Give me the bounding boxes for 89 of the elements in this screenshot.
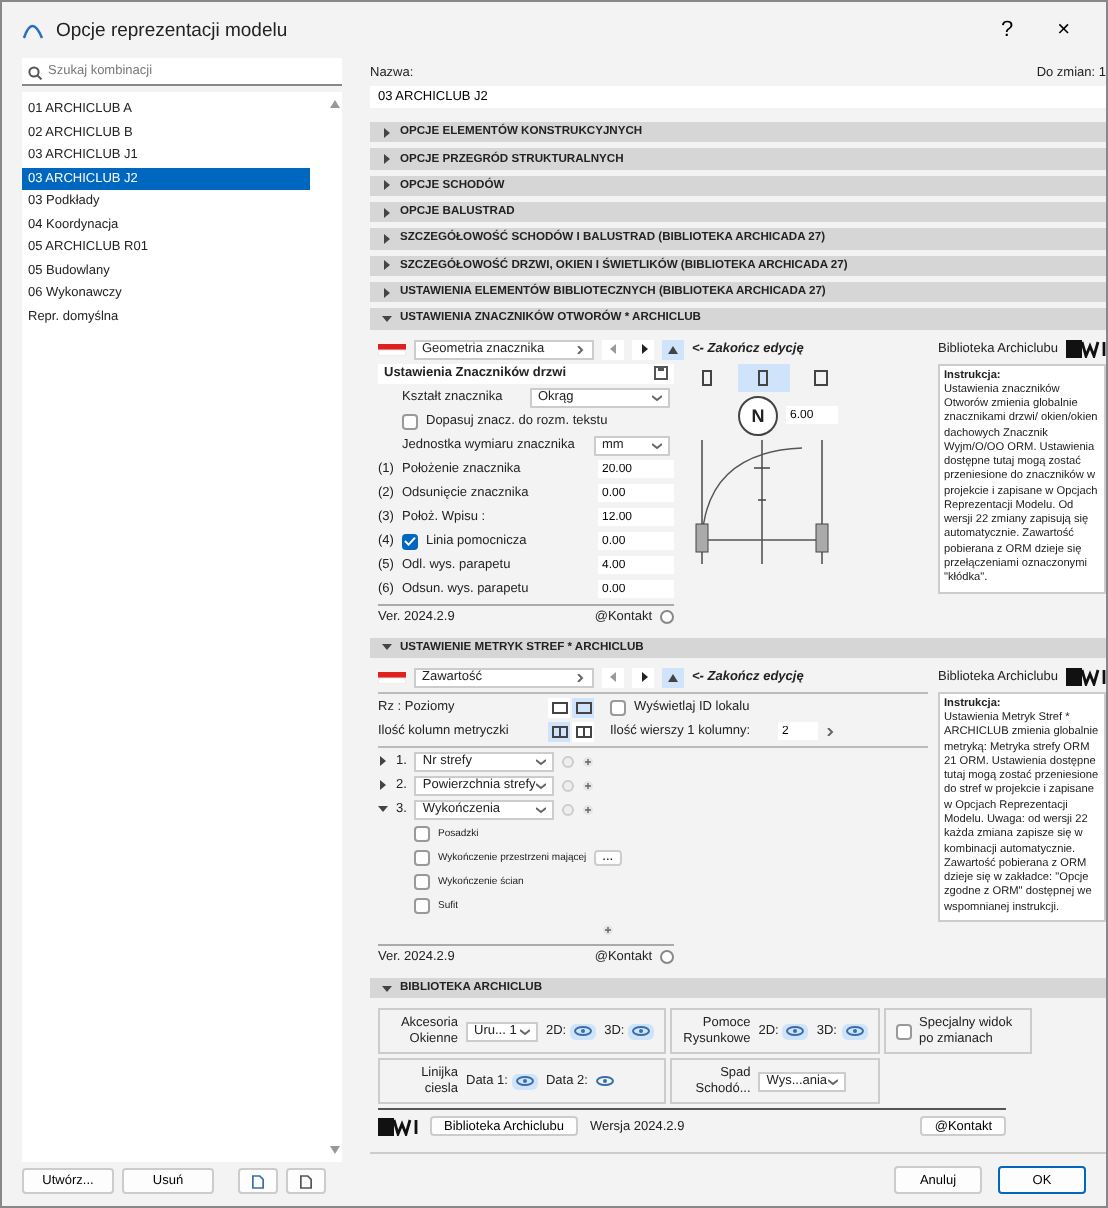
close-button[interactable]: × [1041, 18, 1086, 42]
file-icon [252, 1173, 264, 1189]
marker-symbol: N [738, 395, 778, 436]
checkbox[interactable] [414, 825, 430, 842]
checkbox[interactable] [610, 699, 626, 716]
eye-icon [786, 1026, 805, 1037]
chevron-icon [536, 805, 547, 814]
expand-icon[interactable] [378, 780, 388, 791]
visibility-toggle[interactable] [841, 1023, 867, 1040]
checkbox[interactable] [414, 849, 430, 866]
page-icon [812, 369, 828, 386]
flag-icon [378, 671, 406, 684]
checkbox[interactable] [895, 1023, 911, 1040]
visibility-toggle[interactable] [511, 1073, 538, 1090]
import-button[interactable] [238, 1168, 278, 1194]
up-arrow-icon [668, 673, 678, 682]
visibility-toggle[interactable] [591, 1073, 618, 1090]
search-icon [28, 65, 42, 79]
up-button[interactable] [662, 339, 684, 360]
left-arrow-icon [609, 672, 617, 683]
up-button[interactable] [662, 667, 684, 688]
columns-icon [575, 725, 591, 738]
add-icon[interactable] [582, 755, 595, 768]
app-icon [22, 21, 44, 39]
expand-icon [382, 233, 392, 244]
expand-icon [382, 180, 392, 191]
scroll-up-icon[interactable] [329, 100, 339, 108]
expand-icon [382, 207, 392, 218]
logo-icon [1065, 340, 1106, 359]
chevron-icon [576, 345, 586, 354]
eye-icon [595, 1076, 614, 1087]
page-icon [756, 369, 772, 386]
circle-icon[interactable] [660, 610, 674, 625]
file-icon [300, 1173, 312, 1189]
expand-icon [382, 260, 392, 271]
eye-icon [574, 1026, 593, 1037]
add-icon[interactable] [582, 803, 595, 816]
next-button[interactable] [632, 339, 654, 360]
next-button[interactable] [632, 667, 654, 688]
left-arrow-icon [609, 344, 617, 355]
eye-icon [515, 1076, 534, 1087]
previous-button[interactable] [602, 339, 624, 360]
checkmark-icon [404, 536, 416, 547]
expand-icon [382, 287, 392, 298]
chevron-icon [576, 673, 586, 682]
columns-toggle[interactable] [548, 721, 570, 742]
checkbox[interactable] [414, 873, 430, 890]
chevron-icon [652, 441, 662, 450]
checkbox[interactable] [402, 413, 418, 430]
visibility-toggle[interactable] [782, 1023, 809, 1040]
eye-icon [845, 1026, 863, 1037]
add-icon[interactable] [602, 923, 614, 936]
chevron-icon [536, 757, 547, 766]
expand-icon [382, 313, 392, 324]
layout-toggle[interactable] [548, 697, 570, 718]
visibility-toggle[interactable] [628, 1023, 655, 1040]
checkbox[interactable] [414, 897, 430, 914]
view-tab[interactable] [738, 363, 790, 392]
chevron-icon [536, 781, 547, 790]
flag-icon [378, 343, 406, 356]
up-arrow-icon [668, 345, 678, 354]
chevron-icon [520, 1027, 530, 1036]
expand-icon [382, 983, 392, 994]
expand-icon [382, 642, 392, 653]
expand-icon [382, 127, 392, 138]
chevron-icon [652, 393, 662, 402]
previous-button[interactable] [602, 667, 624, 688]
help-button[interactable]: ? [984, 18, 1030, 42]
expand-icon [382, 154, 392, 165]
columns-toggle[interactable] [572, 721, 594, 742]
logo-icon [378, 1117, 418, 1136]
columns-icon [551, 725, 567, 738]
eye-icon [632, 1026, 651, 1037]
window-title: Opcje reprezentacji modelu [56, 19, 290, 41]
export-button[interactable] [286, 1168, 326, 1194]
expand-icon[interactable] [378, 756, 388, 767]
add-icon[interactable] [582, 779, 595, 792]
save-icon[interactable] [654, 366, 668, 381]
logo-icon [1065, 668, 1106, 687]
right-arrow-icon [639, 672, 647, 683]
scroll-down-icon[interactable] [329, 1146, 339, 1154]
circle-icon[interactable] [660, 950, 674, 965]
chevron-icon [826, 727, 836, 736]
layout-toggle[interactable] [572, 697, 594, 718]
expand-icon[interactable] [378, 804, 388, 815]
visibility-toggle[interactable] [570, 1023, 597, 1040]
chevron-icon [828, 1077, 839, 1086]
right-arrow-icon [639, 344, 647, 355]
page-icon [700, 369, 716, 386]
